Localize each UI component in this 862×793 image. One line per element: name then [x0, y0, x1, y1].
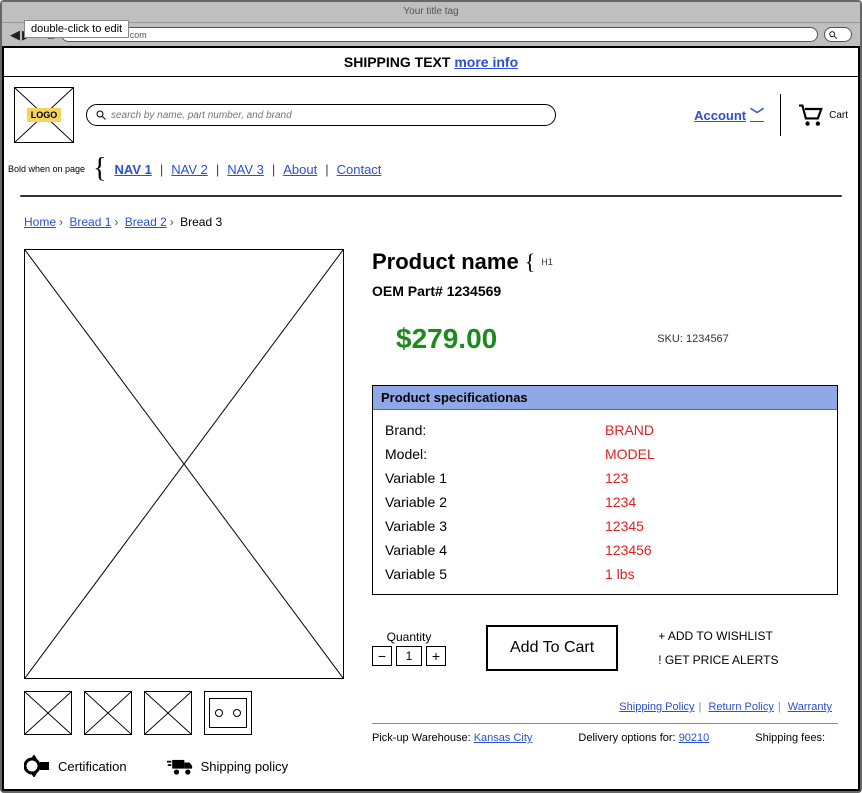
spec-row: Variable 4123456	[385, 538, 825, 562]
crumb-3: Bread 3	[180, 215, 222, 229]
warranty-link[interactable]: Warranty	[788, 701, 832, 713]
sku: SKU: 1234567	[657, 333, 729, 345]
policy-links: Shipping Policy| Return Policy| Warranty	[372, 701, 838, 713]
nav-item-4[interactable]: Contact	[337, 162, 382, 177]
cart-icon	[797, 103, 825, 127]
nav-item-2[interactable]: NAV 3	[227, 162, 264, 177]
brace-icon: {	[525, 249, 536, 275]
h1-note: H1	[541, 257, 553, 267]
spec-row: Variable 1123	[385, 466, 825, 490]
crumb-1[interactable]: Bread 1	[69, 215, 111, 229]
pickup-warehouse: Pick-up Warehouse: Kansas City	[372, 732, 532, 744]
price: $279.00	[372, 323, 497, 355]
logo[interactable]: LOGO	[14, 87, 74, 143]
divider	[372, 723, 838, 724]
gear-icon	[24, 755, 50, 777]
chevron-down-icon: ﹀	[750, 105, 764, 125]
brace-icon: {	[93, 153, 106, 185]
quantity-label: Quantity	[372, 630, 446, 644]
delivery-options: Delivery options for: 90210	[578, 732, 709, 744]
shipping-banner: SHIPPING TEXT more info	[4, 48, 858, 77]
spec-row: Variable 312345	[385, 514, 825, 538]
truck-icon	[167, 755, 193, 777]
qty-increment[interactable]: +	[426, 646, 446, 666]
nav-note: Bold when on page	[8, 164, 85, 174]
url-bar[interactable]: ://www.website.com	[61, 27, 818, 42]
nav-item-1[interactable]: NAV 2	[171, 162, 208, 177]
search-input[interactable]	[111, 110, 547, 121]
search-icon	[95, 109, 107, 121]
cart-button[interactable]: Cart	[797, 103, 848, 127]
qty-decrement[interactable]: −	[372, 646, 392, 666]
spec-row: Variable 51 lbs	[385, 562, 825, 586]
browser-title: Your title tag	[2, 2, 860, 22]
thumbnail-2[interactable]	[84, 691, 132, 735]
placeholder-x-icon	[25, 250, 343, 678]
thumbnail-1[interactable]	[24, 691, 72, 735]
shipping-badge: Shipping policy	[167, 755, 288, 777]
separator	[780, 94, 781, 136]
nav-item-0[interactable]: NAV 1	[115, 162, 152, 177]
video-icon	[209, 698, 247, 728]
thumbnail-video[interactable]	[204, 691, 252, 735]
spec-row: Model:MODEL	[385, 442, 825, 466]
edit-tooltip: double-click to edit	[24, 20, 129, 38]
price-alerts-link[interactable]: ! GET PRICE ALERTS	[658, 653, 778, 667]
banner-more-link[interactable]: more info	[454, 54, 518, 70]
add-to-cart-button[interactable]: Add To Cart	[486, 625, 618, 671]
product-name: Product name	[372, 249, 519, 275]
crumb-2[interactable]: Bread 2	[125, 215, 167, 229]
pickup-value-link[interactable]: Kansas City	[474, 732, 533, 744]
breadcrumb: Home› Bread 1› Bread 2› Bread 3	[4, 207, 858, 237]
shipping-fees: Shipping fees:	[755, 732, 825, 744]
site-search[interactable]	[86, 104, 556, 126]
delivery-zip-link[interactable]: 90210	[679, 732, 710, 744]
divider	[20, 195, 842, 197]
add-wishlist-link[interactable]: + ADD TO WISHLIST	[658, 629, 778, 643]
oem-part: OEM Part# 1234569	[372, 283, 838, 299]
cart-label: Cart	[829, 110, 848, 121]
spec-header: Product specificationas	[373, 386, 837, 410]
return-policy-link[interactable]: Return Policy	[708, 701, 773, 713]
back-icon[interactable]: ◀	[10, 27, 20, 43]
quantity-input[interactable]	[396, 646, 422, 666]
shipping-policy-link[interactable]: Shipping Policy	[619, 701, 694, 713]
nav-item-3[interactable]: About	[283, 162, 317, 177]
spec-row: Variable 21234	[385, 490, 825, 514]
product-image[interactable]	[24, 249, 344, 679]
thumbnail-3[interactable]	[144, 691, 192, 735]
certification-badge: Certification	[24, 755, 127, 777]
spec-table: Product specificationas Brand:BRAND Mode…	[372, 385, 838, 595]
account-link[interactable]: Account ﹀	[694, 105, 764, 125]
browser-search[interactable]	[824, 27, 852, 42]
banner-text: SHIPPING TEXT	[344, 54, 451, 70]
spec-row: Brand:BRAND	[385, 418, 825, 442]
logo-label: LOGO	[27, 108, 62, 122]
crumb-0[interactable]: Home	[24, 215, 56, 229]
search-icon	[828, 30, 838, 40]
